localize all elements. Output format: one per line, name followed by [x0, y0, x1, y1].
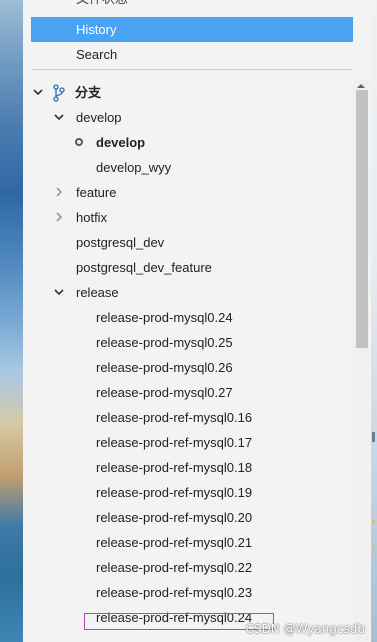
edge-marker — [372, 432, 375, 442]
branch-label: release-prod-mysql0.26 — [96, 360, 233, 375]
branch-item[interactable]: release-prod-ref-mysql0.19 — [23, 480, 353, 505]
chevron-right-icon[interactable] — [54, 212, 64, 222]
tree-group-label: feature — [76, 185, 117, 200]
branch-item[interactable]: release-prod-ref-mysql0.21 — [23, 530, 353, 555]
branch-label: release-prod-ref-mysql0.22 — [96, 560, 253, 575]
tree-group-label: release — [76, 285, 119, 300]
chevron-down-icon[interactable] — [54, 112, 64, 122]
nav-item-file-status[interactable]: 文件状态 — [31, 0, 353, 11]
chevron-down-icon[interactable] — [54, 287, 64, 297]
watermark: CSDN @Wyangcsdb — [245, 622, 365, 636]
nav-item-history[interactable]: History — [31, 17, 353, 42]
branch-label: release-prod-ref-mysql0.23 — [96, 585, 253, 600]
nav-item-search[interactable]: Search — [31, 42, 353, 67]
branch-label: release-prod-ref-mysql0.20 — [96, 510, 253, 525]
divider — [31, 69, 353, 70]
branch-item[interactable]: release-prod-mysql0.26 — [23, 355, 353, 380]
branch-item[interactable]: release-prod-ref-mysql0.17 — [23, 430, 353, 455]
branch-item[interactable]: release-prod-mysql0.24 — [23, 305, 353, 330]
tree-root-label: 分支 — [75, 85, 102, 100]
branch-label: release-prod-ref-mysql0.18 — [96, 460, 253, 475]
branch-item[interactable]: release-prod-ref-mysql0.22 — [23, 555, 353, 580]
sidebar-panel: 文件状态 History Search 分支 — [23, 0, 371, 642]
branch-label: postgresql_dev_feature — [76, 260, 212, 275]
branch-item[interactable]: release-prod-mysql0.27 — [23, 380, 353, 405]
branch-item[interactable]: release-prod-ref-mysql0.18 — [23, 455, 353, 480]
branch-label: postgresql_dev — [76, 235, 165, 250]
edge-marker — [372, 545, 375, 548]
desktop-wallpaper-left — [0, 0, 23, 642]
branch-item[interactable]: develop_wyy — [23, 155, 353, 180]
branch-label: release-prod-ref-mysql0.19 — [96, 485, 253, 500]
branch-label: release-prod-ref-mysql0.21 — [96, 535, 253, 550]
scrollbar-thumb[interactable] — [356, 90, 368, 348]
tree-group-release[interactable]: release — [23, 280, 353, 305]
chevron-down-icon[interactable] — [33, 87, 43, 97]
branch-item[interactable]: release-prod-ref-mysql0.20 — [23, 505, 353, 530]
branch-label: release-prod-ref-mysql0.16 — [96, 410, 253, 425]
tree-group-hotfix[interactable]: hotfix — [23, 205, 353, 230]
branch-item[interactable]: release-prod-ref-mysql0.23 — [23, 580, 353, 605]
tree-root-branches[interactable]: 分支 — [23, 80, 353, 105]
branch-label: release-prod-mysql0.25 — [96, 335, 233, 350]
branch-label: release-prod-mysql0.27 — [96, 385, 233, 400]
branch-label: release-prod-ref-mysql0.17 — [96, 435, 253, 450]
branch-label: release-prod-mysql0.24 — [96, 310, 233, 325]
branch-item[interactable]: release-prod-ref-mysql0.16 — [23, 405, 353, 430]
branch-item[interactable]: postgresql_dev_feature — [23, 255, 353, 280]
tree-group-label: hotfix — [76, 210, 108, 225]
branch-item-current[interactable]: develop — [23, 130, 353, 155]
vertical-scrollbar[interactable] — [353, 80, 369, 642]
branch-label: develop_wyy — [96, 160, 172, 175]
branch-label: develop — [96, 135, 146, 150]
current-branch-icon — [75, 138, 83, 146]
edge-marker — [372, 520, 375, 524]
chevron-right-icon[interactable] — [54, 187, 64, 197]
tree-group-feature[interactable]: feature — [23, 180, 353, 205]
branch-item[interactable]: release-prod-mysql0.25 — [23, 330, 353, 355]
branch-item[interactable]: postgresql_dev — [23, 230, 353, 255]
tree-group-label: develop — [76, 110, 122, 125]
tree-group-develop[interactable]: develop — [23, 105, 353, 130]
